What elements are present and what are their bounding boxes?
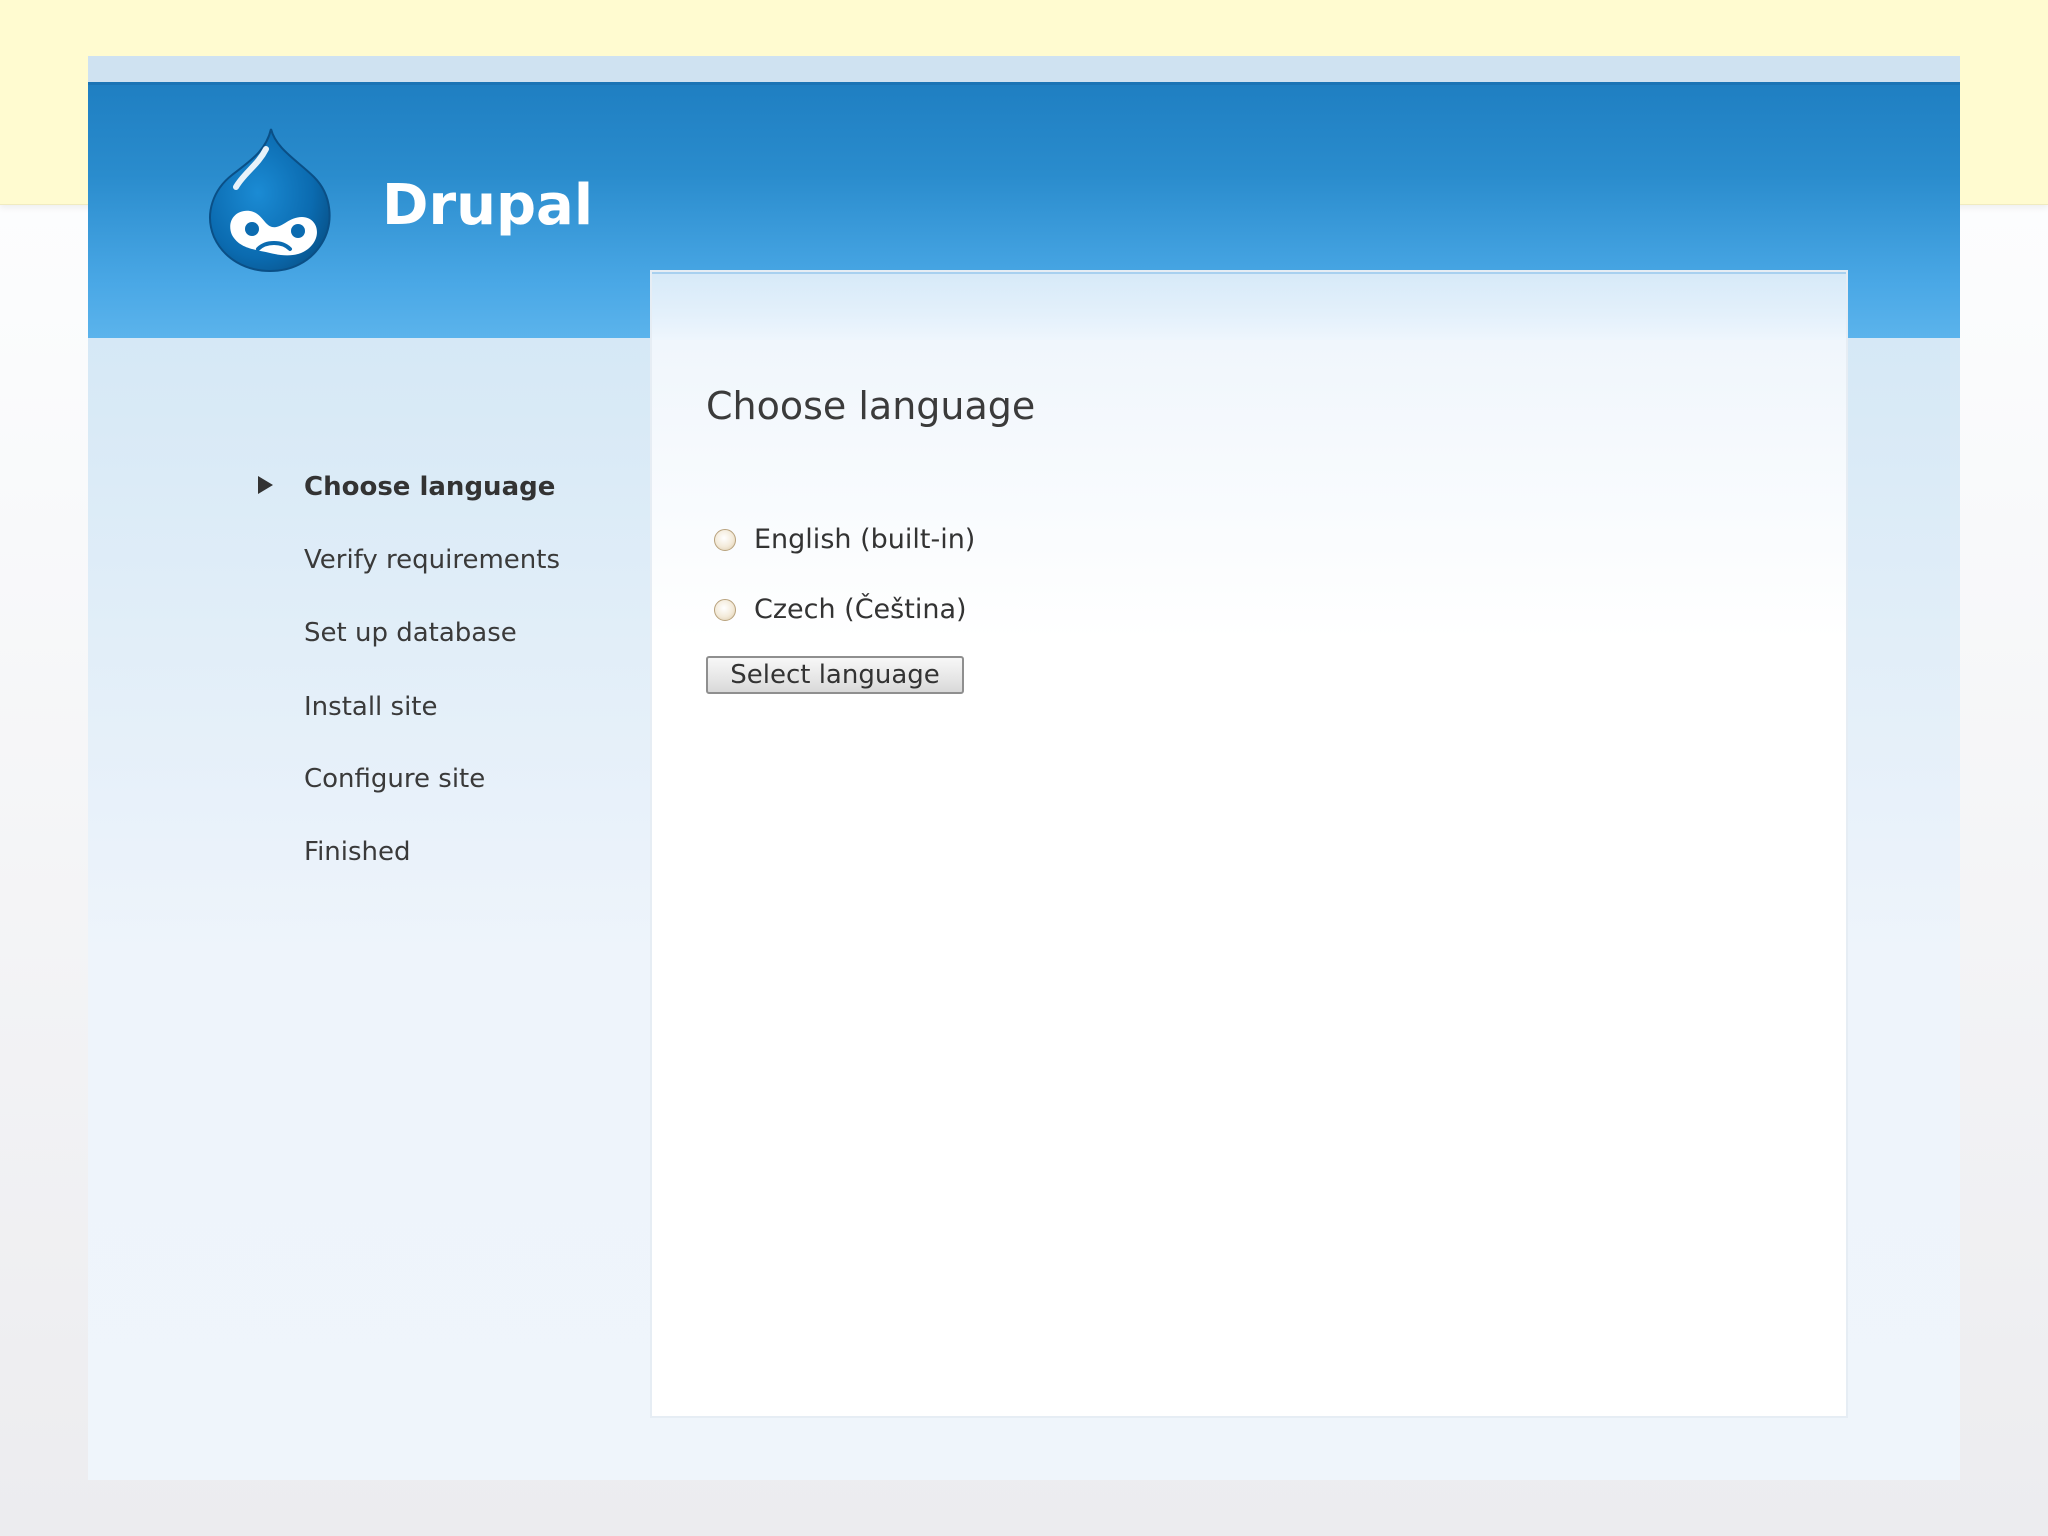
task-item-finished: Finished [304,837,411,867]
page-top-strip [88,56,1960,82]
content-top-bar [652,272,1846,340]
task-item-label: Choose language [304,472,556,502]
language-option-label: English (built-in) [754,524,976,555]
language-option-czech[interactable]: Czech (Čeština) [714,594,967,625]
task-item-label: Set up database [304,618,517,648]
task-item-label: Configure site [304,764,486,794]
language-option-english[interactable]: English (built-in) [714,524,975,555]
task-item-install-site: Install site [304,692,438,722]
radio-english[interactable] [714,528,736,551]
installer-page: Drupal Choose language Verify requiremen… [88,56,1960,1480]
task-item-choose-language: Choose language [258,472,556,502]
task-item-label: Verify requirements [304,545,561,575]
task-item-verify-requirements: Verify requirements [304,545,560,575]
drupal-logo-icon [206,125,336,275]
page-title: Choose language [706,384,1036,428]
task-item-set-up-database: Set up database [304,618,517,648]
radio-czech[interactable] [714,598,736,621]
task-item-configure-site: Configure site [304,764,485,794]
main-content: Choose language English (built-in) Czech… [650,270,1848,1418]
triangle-right-icon [258,476,273,494]
select-language-button[interactable]: Select language [706,656,964,694]
language-option-label: Czech (Čeština) [754,594,967,625]
task-item-label: Finished [304,837,411,867]
task-item-label: Install site [304,692,438,722]
site-name: Drupal [382,173,594,238]
